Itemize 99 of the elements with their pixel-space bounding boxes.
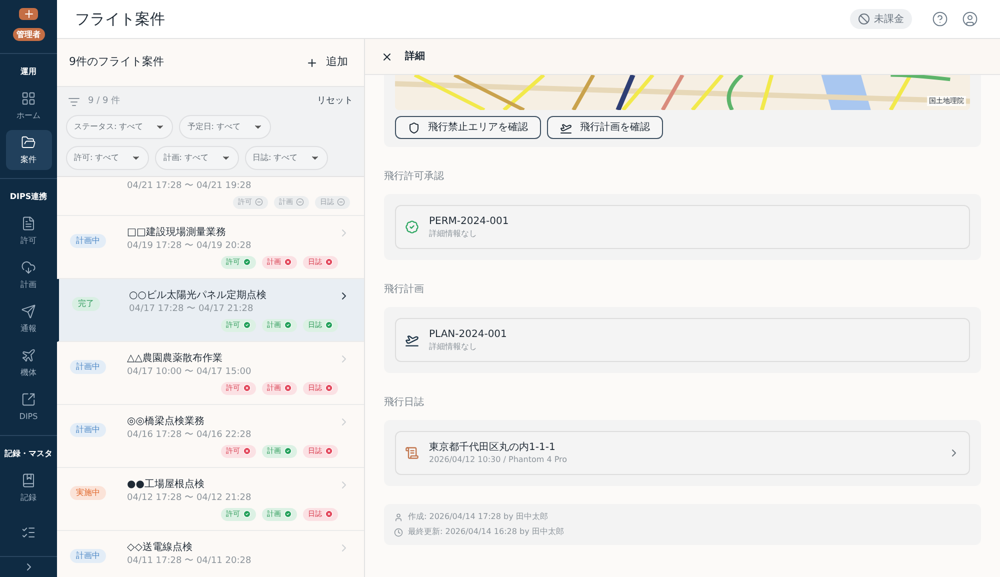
- nav-item[interactable]: 許可: [6, 211, 52, 251]
- x-icon: [284, 258, 292, 266]
- check-icon: [284, 447, 292, 455]
- takeoff-icon: [560, 122, 572, 134]
- filter-dropdown[interactable]: 日誌: すべて: [244, 146, 328, 170]
- case-title: ◎◎橋梁点検業務: [127, 414, 206, 428]
- account-icon[interactable]: [962, 11, 978, 27]
- filter-count: 9 / 9 件: [68, 95, 120, 108]
- check-icon: [243, 258, 251, 266]
- nav-item[interactable]: DIPS: [6, 387, 52, 427]
- map-action-button[interactable]: 飛行計画を確認: [547, 116, 663, 139]
- x-icon: [325, 384, 333, 392]
- check-icon: [243, 321, 251, 329]
- record-title: PERM-2024-001: [429, 214, 510, 228]
- page-title: フライト案件: [75, 8, 165, 30]
- x-icon: [325, 447, 333, 455]
- case-time: 04/17 10:00 〜 04/17 15:00: [127, 366, 252, 378]
- case-title: □□建設現場測量業務: [127, 226, 227, 240]
- app-logo-icon: [19, 8, 38, 20]
- minus-icon: [337, 198, 345, 206]
- role-badge: 管理者: [12, 28, 44, 41]
- minus-icon: [296, 198, 304, 206]
- status-badge: 計画中: [70, 548, 106, 562]
- user-icon: [394, 512, 403, 522]
- document-icon: [21, 216, 36, 230]
- external-link-icon: [21, 392, 36, 406]
- case-time: 04/21 17:28 〜 04/21 19:28: [127, 180, 252, 192]
- cloud-icon: [21, 260, 36, 274]
- status-badge: 計画中: [70, 360, 106, 374]
- nav-item[interactable]: 機体: [6, 343, 52, 383]
- record-item[interactable]: 東京都千代田区丸の内1-1-1 2026/04/12 10:30 / Phantom 4 Pro: [395, 431, 970, 475]
- case-title: ◇◇送電線点検: [127, 540, 194, 554]
- plus-icon: [306, 56, 318, 68]
- billing-badge: 未課金: [850, 9, 912, 29]
- section-heading: 記録・マスタ: [4, 448, 52, 460]
- check-icon: [284, 510, 292, 518]
- record-title: 東京都千代田区丸の内1-1-1: [429, 440, 556, 454]
- status-badge: 計画中: [70, 234, 106, 248]
- case-time: 04/12 17:28 〜 04/12 21:28: [127, 492, 252, 504]
- folder-icon: [21, 134, 36, 150]
- send-icon: [21, 304, 36, 318]
- grid-icon: [21, 90, 36, 106]
- x-icon: [243, 447, 251, 455]
- case-time: 04/16 17:28 〜 04/16 22:28: [127, 428, 252, 442]
- reset-button[interactable]: リセット: [317, 95, 353, 108]
- nav-item[interactable]: 案件: [6, 130, 52, 170]
- add-button[interactable]: 追加: [306, 54, 348, 71]
- x-icon: [325, 258, 333, 266]
- verified-badge-icon: [405, 220, 419, 234]
- record-subtitle: 詳細情報なし: [429, 228, 478, 240]
- document-icon: [405, 446, 419, 460]
- case-time: 04/11 17:28 〜 04/11 20:28: [127, 554, 252, 568]
- clock-icon: [394, 528, 403, 536]
- x-icon: [284, 384, 292, 392]
- map-action-button[interactable]: 飛行禁止エリアを確認: [395, 116, 541, 139]
- case-row[interactable]: 計画中 ◇◇送電線点検 04/11 17:28 〜 04/11 20:28: [57, 530, 364, 577]
- record-item[interactable]: PLAN-2024-001 詳細情報なし: [395, 318, 970, 362]
- x-icon: [325, 510, 333, 518]
- shield-icon: [408, 122, 420, 134]
- section-heading: 飛行許可承認: [384, 170, 445, 184]
- status-badge: 実施中: [70, 486, 106, 500]
- check-icon: [284, 321, 292, 329]
- section-heading: 飛行計画: [384, 282, 425, 297]
- case-title: ●●工場屋根点検: [127, 478, 206, 492]
- case-time: 04/19 17:28 〜 04/19 20:28: [127, 240, 252, 252]
- filter-icon: [68, 96, 80, 108]
- record-item[interactable]: PERM-2024-001 詳細情報なし: [395, 205, 970, 249]
- section-heading: 運用: [20, 66, 36, 78]
- list-title: 9件のフライト案件: [69, 54, 164, 70]
- takeoff-icon: [405, 333, 419, 347]
- case-time: 04/17 17:28 〜 04/17 21:28: [129, 302, 254, 316]
- record-subtitle: 2026/04/12 10:30 / Phantom 4 Pro: [429, 454, 568, 466]
- check-icon: [243, 510, 251, 518]
- nav-item[interactable]: 計画: [6, 255, 52, 295]
- filter-dropdown[interactable]: 許可: すべて: [66, 146, 150, 170]
- help-icon[interactable]: [932, 11, 948, 27]
- case-title: ○○ビル太陽光パネル定期点検: [129, 288, 268, 302]
- minus-icon: [255, 198, 263, 206]
- nav-item[interactable]: 通報: [6, 299, 52, 339]
- record-subtitle: 詳細情報なし: [429, 340, 478, 352]
- nav-item[interactable]: 記録: [6, 468, 52, 508]
- book-icon: [21, 472, 36, 488]
- x-icon: [243, 384, 251, 392]
- check-icon: [325, 321, 333, 329]
- checklist-icon: [21, 524, 36, 540]
- nav-item[interactable]: ホーム: [6, 86, 52, 126]
- filter-dropdown[interactable]: ステータス: すべて: [66, 114, 174, 138]
- section-heading: DIPS連携: [10, 191, 48, 203]
- section-heading: 飛行日誌: [384, 396, 425, 410]
- status-badge: 完了: [72, 296, 100, 310]
- meta-text: 作成: 2026/04/14 17:28 by 田中太郎: [408, 511, 548, 523]
- status-badge: 計画中: [70, 422, 106, 436]
- filter-dropdown[interactable]: 予定日: すべて: [179, 114, 270, 138]
- panel-title: 詳細: [405, 50, 425, 64]
- filter-dropdown[interactable]: 計画: すべて: [155, 146, 238, 170]
- case-title: △△農園農薬散布作業: [127, 352, 224, 366]
- close-icon[interactable]: [381, 50, 393, 62]
- meta-text: 最終更新: 2026/04/14 16:28 by 田中太郎: [408, 526, 564, 538]
- record-title: PLAN-2024-001: [429, 328, 508, 340]
